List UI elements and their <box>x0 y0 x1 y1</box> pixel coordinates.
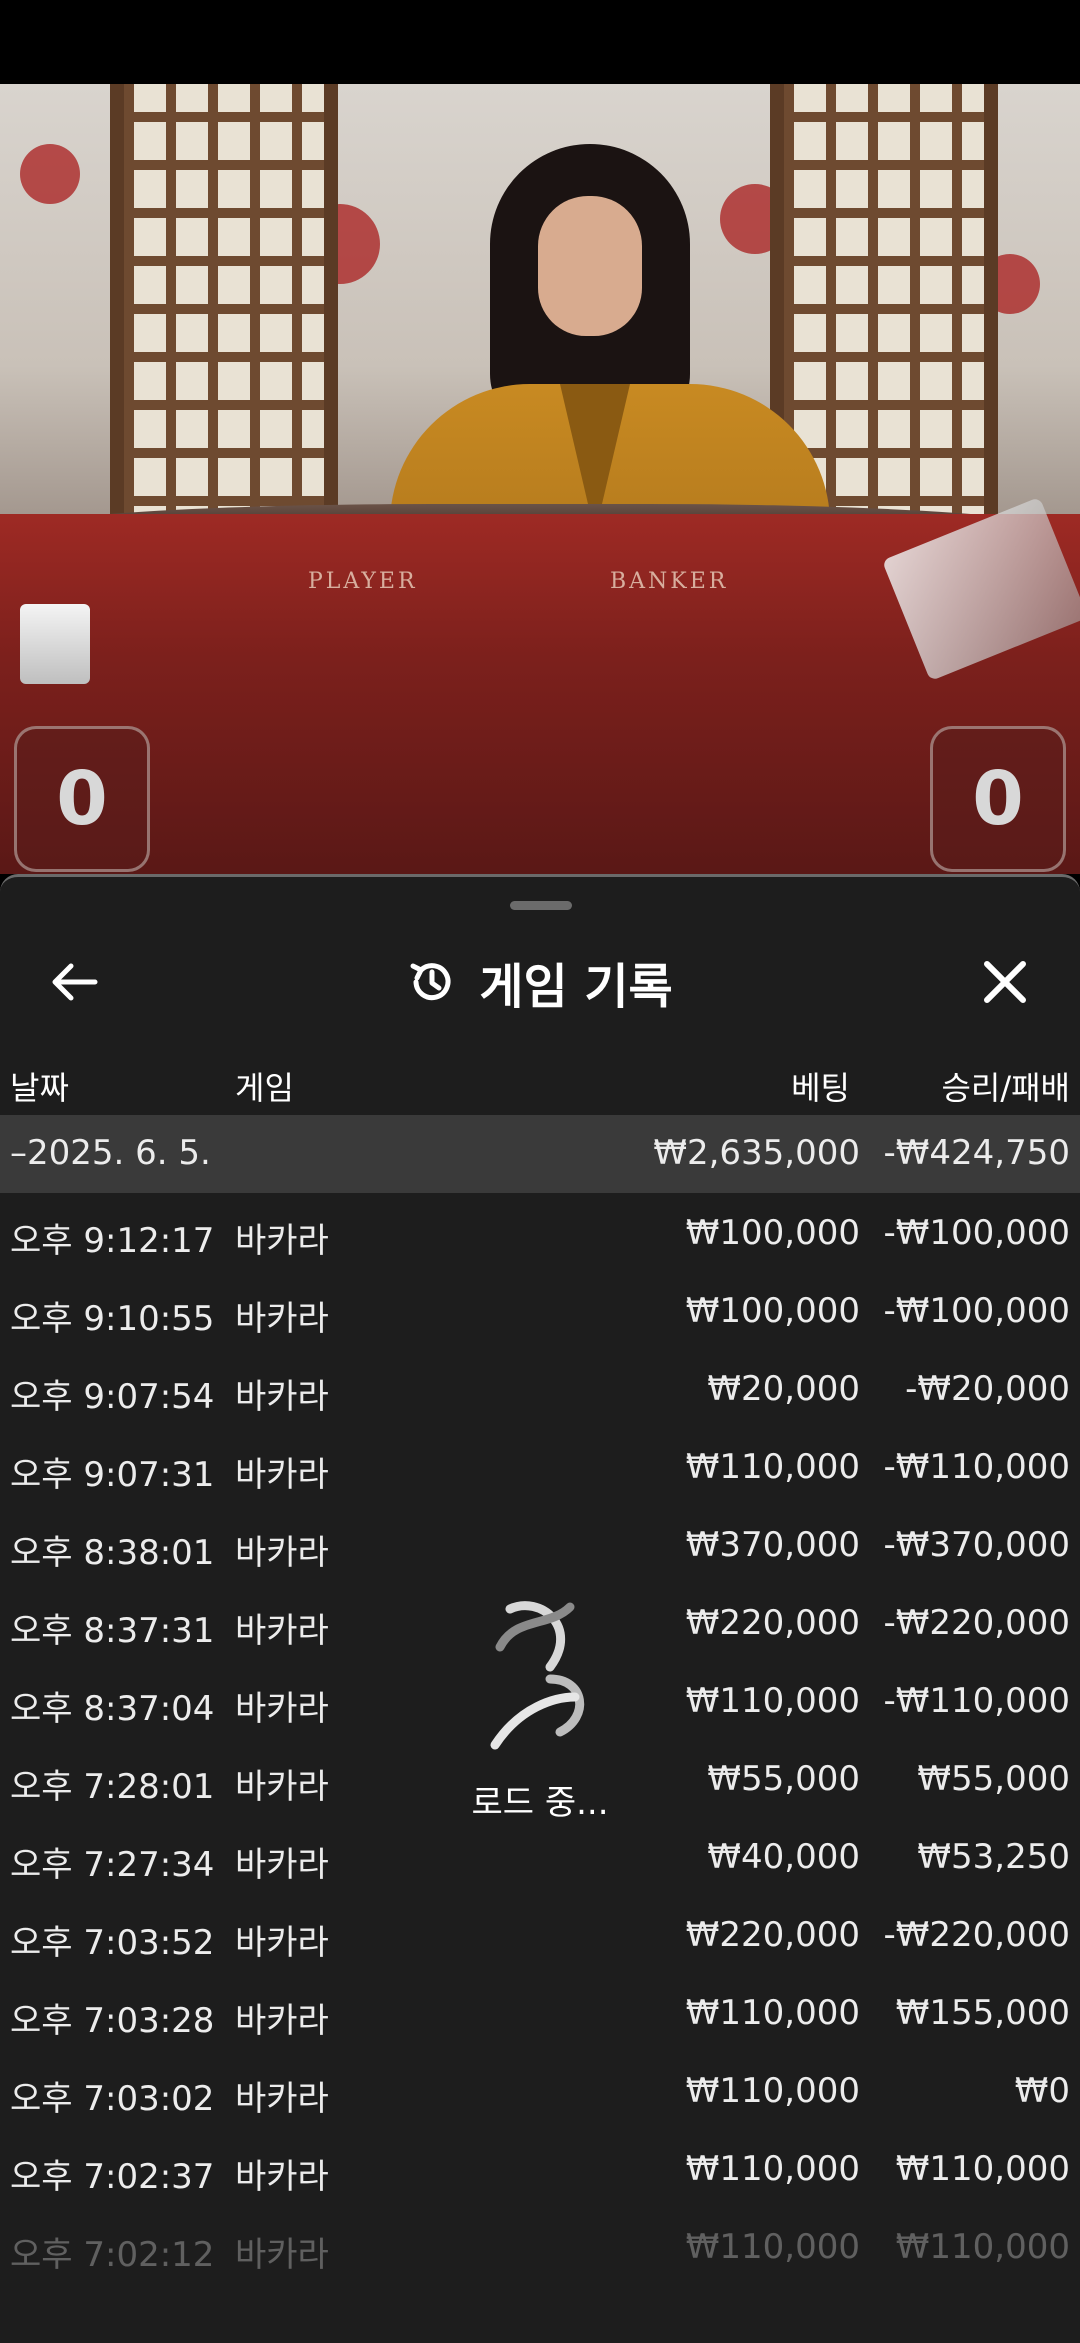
row-game: 바카라 <box>235 1923 329 1963</box>
row-time: 오후 7:03:28 <box>10 2001 215 2041</box>
history-row[interactable]: 오후 9:07:54 바카라 ₩20,000 -₩20,000 <box>0 1349 1080 1427</box>
sheet-drag-handle[interactable] <box>510 901 572 910</box>
history-row[interactable]: 오후 7:02:12 바카라 ₩110,000 ₩110,000 <box>0 2207 1080 2285</box>
row-bet: ₩110,000 <box>685 1993 860 2033</box>
live-video-feed: PLAYER BANKER 0 0 <box>0 84 1080 874</box>
row-time: 오후 9:12:17 <box>10 1221 215 1261</box>
sheet-header: 게임 기록 <box>0 927 1080 1037</box>
row-result: ₩0 <box>1014 2071 1070 2111</box>
row-result: -₩110,000 <box>883 1447 1071 1487</box>
history-row[interactable]: 오후 8:38:01 바카라 ₩370,000 -₩370,000 <box>0 1505 1080 1583</box>
row-bet: ₩220,000 <box>685 1915 860 1955</box>
row-bet: ₩40,000 <box>707 1837 860 1877</box>
row-time: 오후 8:37:31 <box>10 1611 215 1651</box>
row-bet: ₩20,000 <box>707 1369 860 1409</box>
date-group-bet-total: ₩2,635,000 <box>653 1133 860 1173</box>
sheet-title: 게임 기록 <box>479 959 673 1015</box>
row-result: -₩20,000 <box>905 1369 1070 1409</box>
row-bet: ₩110,000 <box>685 2227 860 2267</box>
row-bet: ₩110,000 <box>685 1681 860 1721</box>
row-game: 바카라 <box>235 1611 329 1651</box>
card-stack <box>20 604 90 684</box>
row-result: -₩100,000 <box>883 1291 1071 1331</box>
row-bet: ₩110,000 <box>685 1447 860 1487</box>
row-bet: ₩110,000 <box>685 2071 860 2111</box>
close-icon <box>984 961 1026 1003</box>
row-game: 바카라 <box>235 1299 329 1339</box>
table-header: 날짜 게임 베팅 승리/패배 <box>0 1053 1080 1113</box>
row-game: 바카라 <box>235 2079 329 2119</box>
history-row[interactable]: 오후 7:02:37 바카라 ₩110,000 ₩110,000 <box>0 2129 1080 2207</box>
row-time: 오후 7:27:34 <box>10 1845 215 1885</box>
row-result: ₩110,000 <box>895 2227 1070 2267</box>
column-header-bet[interactable]: 베팅 <box>791 1063 850 1109</box>
spinner-icon <box>490 1601 585 1750</box>
history-row[interactable]: 오후 9:07:31 바카라 ₩110,000 -₩110,000 <box>0 1427 1080 1505</box>
row-game: 바카라 <box>235 1845 329 1885</box>
row-bet: ₩55,000 <box>707 1759 860 1799</box>
row-bet: ₩110,000 <box>685 2149 860 2189</box>
row-time: 오후 9:07:31 <box>10 1455 215 1495</box>
row-result: -₩100,000 <box>883 1213 1071 1253</box>
row-result: -₩370,000 <box>883 1525 1071 1565</box>
player-area-label: PLAYER <box>308 569 418 594</box>
history-row[interactable]: 오후 9:12:17 바카라 ₩100,000 -₩100,000 <box>0 1193 1080 1271</box>
column-header-game[interactable]: 게임 <box>235 1063 294 1109</box>
history-row[interactable]: 오후 7:03:02 바카라 ₩110,000 ₩0 <box>0 2051 1080 2129</box>
history-row[interactable]: 오후 7:03:52 바카라 ₩220,000 -₩220,000 <box>0 1895 1080 1973</box>
lattice-screen-left <box>110 84 338 554</box>
date-group-result-total: -₩424,750 <box>883 1133 1071 1173</box>
row-bet: ₩100,000 <box>685 1291 860 1331</box>
row-result: ₩55,000 <box>917 1759 1070 1799</box>
row-game: 바카라 <box>235 1533 329 1573</box>
row-time: 오후 7:28:01 <box>10 1767 215 1807</box>
history-row[interactable]: 오후 9:10:55 바카라 ₩100,000 -₩100,000 <box>0 1271 1080 1349</box>
row-result: ₩53,250 <box>917 1837 1070 1877</box>
row-time: 오후 7:03:02 <box>10 2079 215 2119</box>
loading-indicator: 로드 중... <box>440 1597 640 1827</box>
date-group-row[interactable]: –2025. 6. 5. ₩2,635,000 -₩424,750 <box>0 1115 1080 1193</box>
sheet-title-group: 게임 기록 <box>0 927 1080 1037</box>
banker-score: 0 <box>930 726 1066 872</box>
row-result: ₩155,000 <box>895 1993 1070 2033</box>
row-time: 오후 7:03:52 <box>10 1923 215 1963</box>
row-bet: ₩100,000 <box>685 1213 860 1253</box>
blossom-decor <box>20 144 80 204</box>
row-game: 바카라 <box>235 1689 329 1729</box>
banker-area-label: BANKER <box>610 569 729 594</box>
row-game: 바카라 <box>235 2157 329 2197</box>
game-history-sheet: 게임 기록 날짜 게임 베팅 승리/패배 –2025. 6. 5. ₩2,635… <box>0 874 1080 2343</box>
row-result: -₩110,000 <box>883 1681 1071 1721</box>
loading-text: 로드 중... <box>471 1783 609 1823</box>
status-bar <box>0 0 1080 84</box>
row-result: -₩220,000 <box>883 1915 1071 1955</box>
row-time: 오후 8:37:04 <box>10 1689 215 1729</box>
row-time: 오후 7:02:37 <box>10 2157 215 2197</box>
row-game: 바카라 <box>235 1455 329 1495</box>
column-header-date[interactable]: 날짜 <box>10 1063 69 1109</box>
row-result: ₩110,000 <box>895 2149 1070 2189</box>
row-time: 오후 8:38:01 <box>10 1533 215 1573</box>
row-result: -₩220,000 <box>883 1603 1071 1643</box>
history-row[interactable]: 오후 7:27:34 바카라 ₩40,000 ₩53,250 <box>0 1817 1080 1895</box>
row-time: 오후 9:07:54 <box>10 1377 215 1417</box>
row-game: 바카라 <box>235 1377 329 1417</box>
column-header-result[interactable]: 승리/패배 <box>941 1063 1070 1109</box>
dealer-face <box>538 196 642 336</box>
history-row[interactable]: 오후 7:03:28 바카라 ₩110,000 ₩155,000 <box>0 1973 1080 2051</box>
row-time: 오후 9:10:55 <box>10 1299 215 1339</box>
date-group-label: –2025. 6. 5. <box>10 1133 211 1173</box>
row-game: 바카라 <box>235 1221 329 1261</box>
row-bet: ₩370,000 <box>685 1525 860 1565</box>
player-score: 0 <box>14 726 150 872</box>
row-game: 바카라 <box>235 1767 329 1807</box>
close-button[interactable] <box>970 947 1040 1017</box>
row-game: 바카라 <box>235 2001 329 2041</box>
row-bet: ₩220,000 <box>685 1603 860 1643</box>
row-time: 오후 7:02:12 <box>10 2235 215 2275</box>
history-icon <box>410 963 451 1001</box>
row-game: 바카라 <box>235 2235 329 2275</box>
